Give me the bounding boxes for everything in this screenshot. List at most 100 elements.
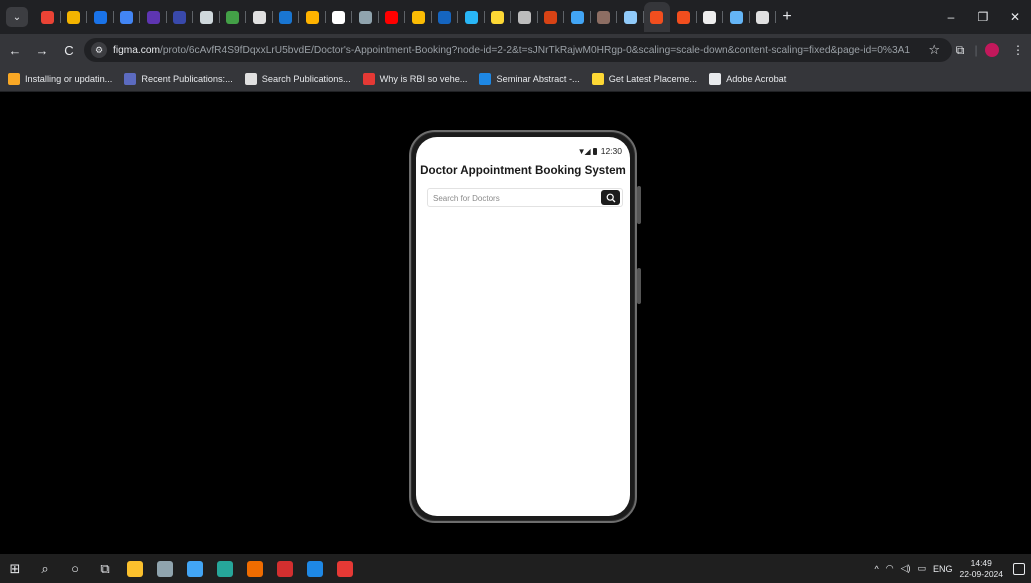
site-icon-9 <box>279 10 293 24</box>
reload-button[interactable]: C <box>57 38 81 62</box>
taskbar-item[interactable] <box>330 554 360 583</box>
taskbar-item[interactable] <box>120 554 150 583</box>
taskbar-item[interactable]: ⊞ <box>0 554 30 583</box>
clock-date: 22-09-2024 <box>959 568 1003 579</box>
taskbar-item[interactable] <box>300 554 330 583</box>
address-bar[interactable]: ⚙ figma.com/proto/6cAvfR4S9fDqxxLrU5bvdE… <box>84 38 952 62</box>
taskbar-item[interactable] <box>240 554 270 583</box>
search-input[interactable] <box>433 191 593 205</box>
site-info-icon[interactable]: ⚙ <box>91 42 107 58</box>
browser-tab[interactable] <box>167 2 194 32</box>
notification-icon[interactable] <box>1013 562 1025 575</box>
bookmark-item[interactable]: Why is RBI so vehe... <box>362 72 467 85</box>
browser-tab[interactable] <box>140 2 167 32</box>
browser-tab[interactable] <box>220 2 247 32</box>
browser-tab[interactable] <box>458 2 485 32</box>
taskbar-item[interactable] <box>180 554 210 583</box>
network-icon[interactable]: ◠ <box>886 563 894 574</box>
browser-tab[interactable] <box>564 2 591 32</box>
forward-arrow-icon: → <box>35 42 49 58</box>
browser-tab[interactable] <box>617 2 644 32</box>
office-icon <box>247 560 263 577</box>
acrobat-icon <box>277 560 293 577</box>
browser-tab[interactable] <box>246 2 273 32</box>
tab-search-button[interactable]: ⌄ <box>6 7 28 27</box>
maximize-button[interactable]: ❐ <box>967 0 999 34</box>
browser-tab[interactable] <box>405 2 432 32</box>
file-explorer-icon <box>127 560 143 577</box>
language-indicator[interactable]: ENG <box>933 564 953 574</box>
profile-avatar[interactable] <box>979 37 1005 63</box>
back-button[interactable]: ← <box>3 38 27 62</box>
toolbar-right: ⧉ | ⋮ <box>947 34 1031 66</box>
browser-tab[interactable] <box>511 2 538 32</box>
volume-icon[interactable]: ◁) <box>901 563 911 574</box>
url-path: /proto/6cAvfR4S9fDqxxLrU5bvdE/Doctor's-A… <box>160 44 911 56</box>
bookmark-label: Installing or updatin... <box>25 73 113 84</box>
browser-tab[interactable] <box>697 2 724 32</box>
site-icon-14 <box>464 10 478 24</box>
url-text[interactable]: figma.com/proto/6cAvfR4S9fDqxxLrU5bvdE/D… <box>113 45 910 56</box>
bookmark-favicon-icon <box>362 72 375 85</box>
taskbar-item[interactable]: ○ <box>60 554 90 583</box>
bookmark-label: Recent Publications:... <box>141 73 233 84</box>
browser-tab[interactable] <box>591 2 618 32</box>
back-arrow-icon: ← <box>8 42 22 58</box>
browser-tab[interactable] <box>432 2 459 32</box>
minimize-button[interactable]: – <box>935 0 967 34</box>
browser-tab[interactable] <box>193 2 220 32</box>
browser-tab[interactable] <box>750 2 777 32</box>
bookmark-label: Seminar Abstract -... <box>496 73 580 84</box>
browser-tab[interactable] <box>299 2 326 32</box>
browser-tab[interactable] <box>87 2 114 32</box>
windows-taskbar: ⊞ ⌕ ○ ⧉ ^ ◠ ◁) ▭ ENG 14:49 22-09-2024 <box>0 554 1031 583</box>
word-icon <box>307 560 323 577</box>
site-icon-8 <box>252 10 266 24</box>
battery-tray-icon[interactable]: ▭ <box>917 563 926 574</box>
taskbar-item[interactable] <box>150 554 180 583</box>
browser-tab[interactable] <box>670 2 697 32</box>
mail-icon <box>187 560 203 577</box>
browser-tab[interactable] <box>326 2 353 32</box>
browser-tab[interactable] <box>723 2 750 32</box>
new-tab-button[interactable]: + <box>776 2 798 32</box>
tab-list <box>34 2 776 32</box>
figma-icon <box>676 10 690 24</box>
browser-tab[interactable] <box>114 2 141 32</box>
taskbar-item[interactable] <box>270 554 300 583</box>
browser-tab[interactable] <box>352 2 379 32</box>
bookmark-item[interactable]: Adobe Acrobat <box>709 72 786 85</box>
browser-tab[interactable] <box>643 2 670 32</box>
taskbar-item[interactable]: ⌕ <box>30 554 60 583</box>
status-time: 12:30 <box>600 146 622 156</box>
search-button[interactable] <box>601 190 620 205</box>
bookmark-item[interactable]: Seminar Abstract -... <box>479 72 580 85</box>
clock[interactable]: 14:49 22-09-2024 <box>960 558 1003 580</box>
bookmark-item[interactable]: Get Latest Placeme... <box>591 72 697 85</box>
store-icon <box>157 560 173 577</box>
site-icon-7 <box>226 10 240 24</box>
bookmark-item[interactable]: Search Publications... <box>244 72 351 85</box>
menu-icon[interactable]: ⋮ <box>1005 37 1031 63</box>
close-button[interactable]: ✕ <box>999 0 1031 34</box>
bookmark-item[interactable]: Recent Publications:... <box>124 72 233 85</box>
browser-tab[interactable] <box>61 2 88 32</box>
taskbar-item[interactable] <box>210 554 240 583</box>
browser-tab[interactable] <box>273 2 300 32</box>
browser-tab[interactable] <box>538 2 565 32</box>
browser-tab[interactable] <box>379 2 406 32</box>
page-title: Doctor Appointment Booking System <box>420 164 626 177</box>
forward-button[interactable]: → <box>30 38 54 62</box>
browser-tab[interactable] <box>485 2 512 32</box>
avatar <box>985 43 999 57</box>
phone-screen: ▼◢ 12:30 Doctor Appointment Booking Syst… <box>416 137 630 516</box>
bookmark-star-icon[interactable]: ☆ <box>928 42 940 58</box>
bookmark-item[interactable]: Installing or updatin... <box>8 72 113 85</box>
browser-tab[interactable] <box>34 2 61 32</box>
chevron-down-icon: ⌄ <box>12 11 22 23</box>
bookmark-favicon-icon <box>8 72 20 85</box>
bookmark-favicon-icon <box>591 72 604 85</box>
tray-chevron-icon[interactable]: ^ <box>874 564 878 574</box>
taskbar-item[interactable]: ⧉ <box>90 554 120 583</box>
extensions-icon[interactable]: ⧉ <box>947 37 973 63</box>
